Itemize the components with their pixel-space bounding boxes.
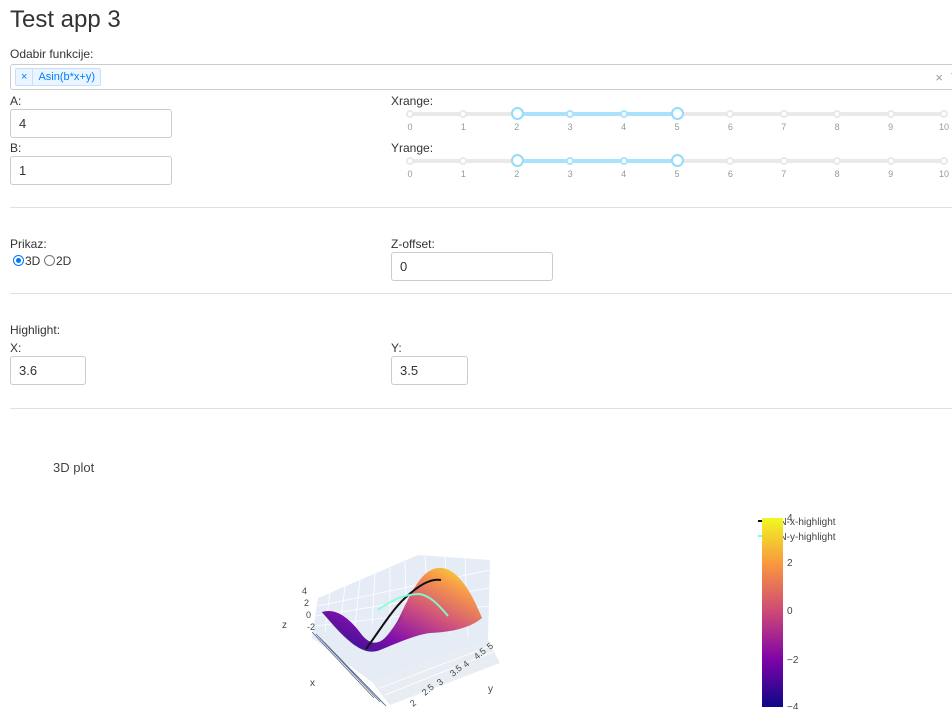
slider-dot [726,110,735,118]
slider-dot [726,157,735,165]
selected-function-tag: × Asin(b*x+y) [15,68,101,86]
yrange-slider[interactable]: 0 1 2 3 4 5 6 7 8 9 10 [406,154,949,189]
zoffset-label: Z-offset: [391,237,435,251]
slider-dot [886,110,895,118]
slider-tick-label: 0 [407,122,413,132]
slider-dot [459,110,468,118]
colorbar-tick: −2 [787,655,799,666]
colorbar-tick: 2 [787,558,793,569]
slider-tick-label: 10 [938,122,949,132]
slider-dot [406,110,414,118]
highlight-label: Highlight: [10,323,61,337]
radio-3d[interactable] [13,255,24,266]
divider [10,207,952,208]
slider-dot [566,110,575,118]
colorbar-tick: 4 [787,513,793,524]
x-axis-title: x [310,678,315,689]
slider-dot [833,157,842,165]
z-tick: 2 [304,598,309,608]
slider-handle-high[interactable] [671,107,684,120]
slider-dot [619,157,628,165]
xrange-slider[interactable]: 0 1 2 3 4 5 6 7 8 9 10 [406,107,949,142]
z-tick: 4 [302,586,307,596]
slider-dot [459,157,468,165]
selected-function-value: Asin(b*x+y) [38,71,95,83]
slider-dot [940,110,948,118]
slider-dot [619,110,628,118]
slider-tick-label: 9 [888,122,894,132]
radio-2d-label[interactable]: 2D [56,254,71,268]
slider-tick-label: 8 [834,122,840,132]
slider-tick-label: 7 [781,122,787,132]
slider-tick-label: 7 [781,169,787,179]
b-label: B: [10,141,22,155]
slider-tick-label: 2 [514,169,520,179]
a-input[interactable]: 4 [10,109,172,138]
function-select-label: Odabir funkcije: [10,47,94,61]
zoffset-input[interactable]: 0 [391,252,553,281]
slider-tick-label: 1 [460,169,466,179]
remove-tag-icon[interactable]: × [16,69,34,85]
slider-tick-label: 5 [674,122,680,132]
z-tick: -2 [307,622,315,632]
colorbar-tick: −4 [787,702,799,709]
slider-handle-low[interactable] [510,154,524,167]
z-axis-title: z [282,620,287,631]
plot-3d[interactable]: z x y 4 2 0 -2 2 2.5 3 3.5 4 4.5 5 SIN-x… [0,420,952,709]
slider-tick-label: 3 [567,122,573,132]
z-tick: 0 [306,610,311,620]
page-title: Test app 3 [10,6,121,33]
slider-tick-label: 1 [460,122,466,132]
slider-dot [779,157,788,165]
radio-3d-label[interactable]: 3D [25,254,40,268]
highlight-y-input[interactable]: 3.5 [391,356,468,385]
b-input[interactable]: 1 [10,156,172,185]
divider [10,408,952,409]
slider-tick-label: 10 [938,169,949,179]
slider-dot [886,157,895,165]
y-tick: 2 [408,698,418,709]
slider-dot [833,110,842,118]
clear-icon[interactable]: × [935,70,943,85]
function-dropdown[interactable]: × Asin(b*x+y) × [10,64,952,90]
slider-tick-label: 0 [407,169,413,179]
slider-tick-label: 3 [567,169,573,179]
slider-tick-label: 5 [674,169,680,179]
colorbar-tick: 0 [787,606,793,617]
slider-dot [566,157,575,165]
highlight-x-input[interactable]: 3.6 [10,356,86,385]
slider-handle-low[interactable] [510,107,524,120]
slider-tick-label: 6 [727,122,733,132]
slider-track [516,159,677,163]
display-label: Prikaz: [10,237,47,251]
y-axis-title: y [488,684,493,695]
divider [10,293,952,294]
slider-track [516,112,677,116]
slider-handle-high[interactable] [671,154,684,167]
slider-tick-label: 6 [727,169,733,179]
slider-tick-label: 8 [834,169,840,179]
xrange-label: Xrange: [391,94,434,108]
radio-2d[interactable] [44,255,55,266]
slider-tick-label: 2 [514,122,520,132]
highlight-y-label: Y: [391,341,402,355]
a-label: A: [10,94,22,108]
slider-dot [406,157,414,165]
slider-tick-label: 9 [888,169,894,179]
z-ticks: 4 2 0 -2 [302,586,315,632]
highlight-x-label: X: [10,341,22,355]
slider-tick-label: 4 [621,122,627,132]
slider-dot [940,157,948,165]
yrange-label: Yrange: [391,141,434,155]
colorbar [762,518,783,707]
slider-tick-label: 4 [621,169,627,179]
slider-dot [779,110,788,118]
